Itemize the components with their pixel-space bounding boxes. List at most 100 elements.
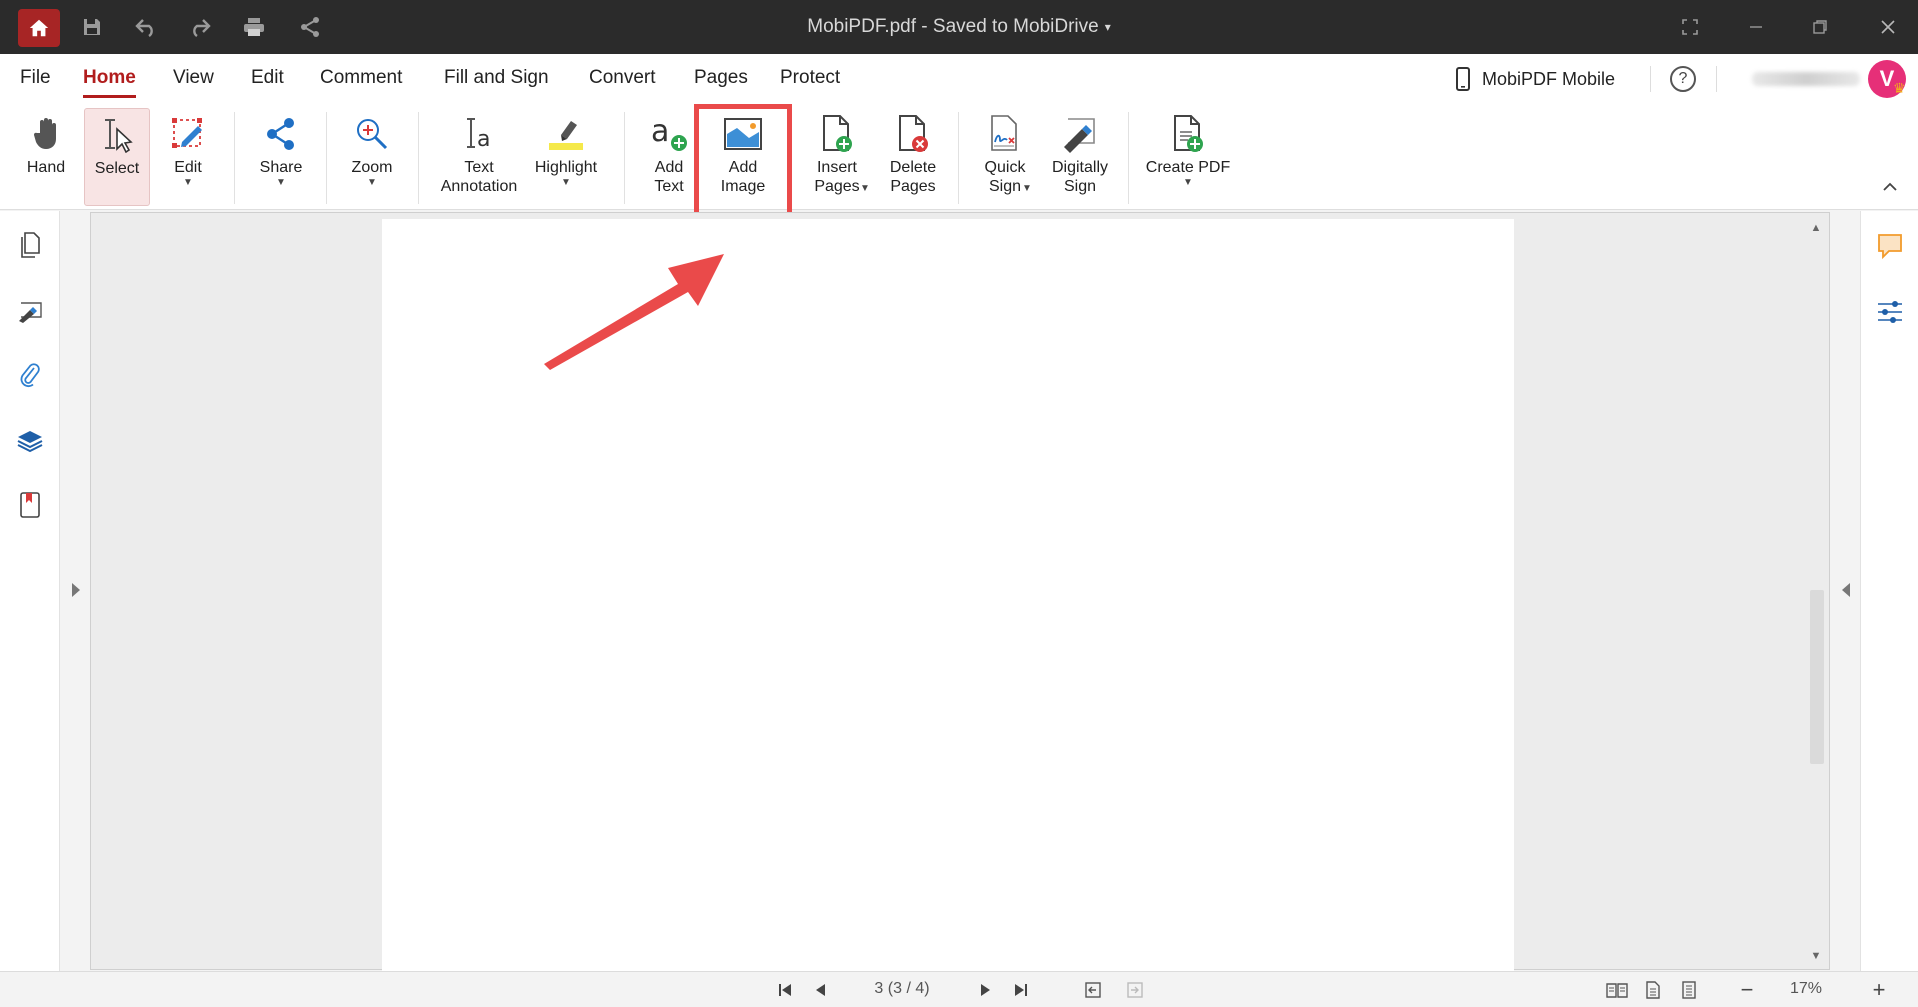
status-bar: 3 (3 / 4) − 17% +: [0, 971, 1918, 1007]
signatures-panel-button[interactable]: [12, 293, 48, 329]
sliders-icon: [1878, 301, 1902, 323]
insert-pages-button[interactable]: Insert Pages ▼: [800, 108, 874, 206]
two-page-view-button[interactable]: [1604, 977, 1630, 1003]
zoom-in-button[interactable]: +: [1866, 977, 1892, 1003]
attachments-panel-button[interactable]: [12, 357, 48, 393]
add-image-button[interactable]: Add Image: [708, 108, 778, 206]
quick-sign-dropdown-icon[interactable]: ▼: [1022, 184, 1032, 194]
highlight-dropdown-icon[interactable]: ▼: [561, 178, 571, 188]
redo-icon: [193, 19, 211, 37]
maximize-icon: [1813, 20, 1827, 34]
create-pdf-button[interactable]: Create PDF ▼: [1142, 108, 1234, 206]
printer-icon: [244, 18, 264, 36]
menu-file[interactable]: File: [20, 64, 51, 92]
delete-pages-button[interactable]: Delete Pages: [880, 108, 946, 206]
menu-edit[interactable]: Edit: [251, 64, 284, 92]
edit-tool-button[interactable]: Edit ▼: [160, 108, 216, 206]
redo-button[interactable]: [180, 0, 220, 54]
zoom-out-button[interactable]: −: [1734, 977, 1760, 1003]
hand-icon: [33, 118, 56, 149]
quick-sign-button[interactable]: Quick Sign ▼: [970, 108, 1040, 206]
document-viewport[interactable]: [90, 212, 1830, 971]
comments-panel-button[interactable]: [1871, 227, 1909, 265]
hand-tool-button[interactable]: Hand: [16, 108, 76, 206]
close-button[interactable]: [1858, 0, 1918, 54]
fullscreen-button[interactable]: [1660, 0, 1720, 54]
previous-view-button[interactable]: [1080, 977, 1106, 1003]
caret-left-icon: [1842, 583, 1850, 597]
add-text-label: Add Text: [654, 159, 684, 195]
ribbon-separator: [326, 112, 327, 204]
scroll-down-icon[interactable]: ▼: [1806, 946, 1826, 966]
next-page-button[interactable]: [972, 977, 998, 1003]
mobipdf-mobile-button[interactable]: MobiPDF Mobile: [1456, 64, 1615, 94]
add-text-icon: a: [651, 115, 687, 151]
collapse-ribbon-button[interactable]: [1876, 172, 1904, 200]
title-dropdown-icon[interactable]: ▾: [1105, 20, 1111, 34]
create-pdf-label: Create PDF: [1145, 159, 1231, 176]
expand-left-panel-button[interactable]: [62, 570, 90, 610]
expand-right-panel-button[interactable]: [1832, 570, 1860, 610]
properties-panel-button[interactable]: [1871, 293, 1909, 331]
pages-panel-button[interactable]: [12, 227, 48, 263]
menu-convert[interactable]: Convert: [589, 64, 656, 92]
create-pdf-icon: [1174, 115, 1203, 152]
layers-panel-button[interactable]: [12, 423, 48, 459]
add-text-button[interactable]: a Add Text: [640, 108, 698, 206]
highlight-button[interactable]: Highlight ▼: [530, 108, 602, 206]
select-label: Select: [94, 160, 140, 177]
share-button[interactable]: Share ▼: [250, 108, 312, 206]
single-page-view-button[interactable]: [1640, 977, 1666, 1003]
zoom-dropdown-icon[interactable]: ▼: [367, 178, 377, 188]
edit-dropdown-icon[interactable]: ▼: [183, 178, 193, 188]
next-view-button[interactable]: [1122, 977, 1148, 1003]
home-icon: [29, 19, 49, 37]
ribbon-separator: [624, 112, 625, 204]
close-icon: [1881, 20, 1895, 34]
maximize-button[interactable]: [1790, 0, 1850, 54]
menu-fill-and-sign[interactable]: Fill and Sign: [444, 64, 549, 92]
hand-label: Hand: [26, 159, 66, 176]
help-button[interactable]: ?: [1670, 66, 1696, 92]
share-dropdown-icon[interactable]: ▼: [276, 178, 286, 188]
menu-view[interactable]: View: [173, 64, 214, 92]
bookmarks-panel-button[interactable]: [12, 487, 48, 523]
menu-pages[interactable]: Pages: [694, 64, 748, 92]
undo-button[interactable]: [126, 0, 166, 54]
scroll-up-icon[interactable]: ▲: [1806, 218, 1826, 238]
next-page-icon: [981, 984, 990, 996]
bookmark-icon: [20, 492, 40, 518]
delete-pages-label: Delete Pages: [889, 159, 937, 195]
minimize-button[interactable]: [1726, 0, 1786, 54]
menu-comment[interactable]: Comment: [320, 64, 402, 92]
chevron-up-icon: [1883, 182, 1897, 191]
last-page-button[interactable]: [1008, 977, 1034, 1003]
document-title: MobiPDF.pdf - Saved to MobiDrive: [807, 16, 1099, 37]
menu-home[interactable]: Home: [83, 64, 136, 98]
home-button[interactable]: [18, 9, 60, 47]
digitally-sign-button[interactable]: Digitally Sign: [1044, 108, 1116, 206]
scroll-thumb[interactable]: [1810, 590, 1824, 764]
text-annotation-button[interactable]: a Text Annotation: [432, 108, 526, 206]
share-title-button[interactable]: [290, 0, 330, 54]
previous-page-button[interactable]: [808, 977, 834, 1003]
crown-icon: ♛: [1893, 80, 1906, 96]
pdf-page[interactable]: [382, 219, 1514, 971]
zoom-level[interactable]: 17%: [1776, 980, 1836, 998]
page-indicator[interactable]: 3 (3 / 4): [860, 980, 944, 998]
continuous-view-button[interactable]: [1676, 977, 1702, 1003]
print-button[interactable]: [234, 0, 274, 54]
create-pdf-dropdown-icon[interactable]: ▼: [1183, 178, 1193, 188]
book-view-icon: [1606, 983, 1628, 998]
menu-bar: File Home View Edit Comment Fill and Sig…: [0, 54, 1918, 102]
zoom-button[interactable]: Zoom ▼: [342, 108, 402, 206]
single-page-icon: [1646, 981, 1660, 999]
save-button[interactable]: [72, 0, 112, 54]
vertical-scrollbar[interactable]: ▲ ▼: [1806, 218, 1826, 966]
insert-pages-dropdown-icon[interactable]: ▼: [860, 184, 870, 194]
paperclip-icon: [20, 363, 40, 388]
pen-signature-icon: [19, 302, 42, 323]
select-tool-button[interactable]: Select: [84, 108, 150, 206]
first-page-button[interactable]: [772, 977, 798, 1003]
menu-protect[interactable]: Protect: [780, 64, 840, 92]
